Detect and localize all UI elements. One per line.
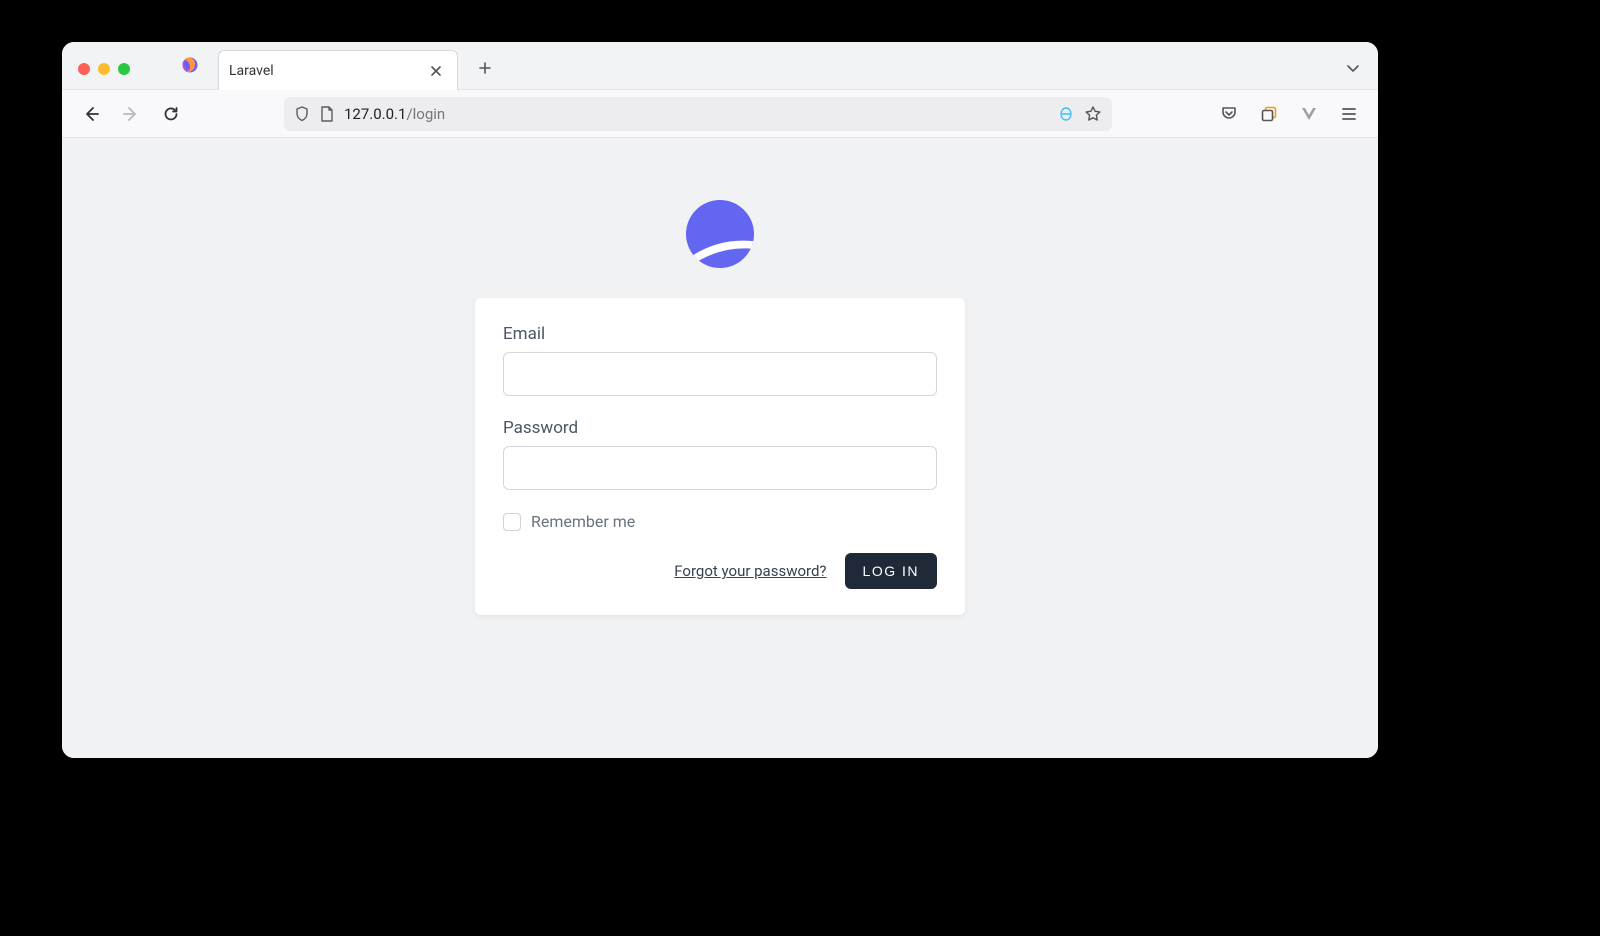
forward-button[interactable] (114, 97, 148, 131)
auth-container: Email Password Remember me Forgot your p… (475, 198, 965, 615)
tab-overflow-button[interactable] (1338, 53, 1368, 83)
login-card: Email Password Remember me Forgot your p… (475, 298, 965, 615)
app-logo (684, 198, 756, 270)
arrow-right-icon (122, 105, 140, 123)
remember-label: Remember me (531, 512, 635, 531)
url-text: 127.0.0.1/login (344, 105, 1048, 123)
container-tabs-button[interactable] (1252, 97, 1286, 131)
browser-toolbar: 127.0.0.1/login (62, 90, 1378, 138)
minimize-window-button[interactable] (98, 63, 110, 75)
app-menu-button[interactable] (1332, 97, 1366, 131)
tab-title: Laravel (229, 63, 425, 79)
bookmark-button[interactable] (1084, 105, 1102, 123)
browser-window: Laravel (62, 42, 1378, 758)
chevron-down-icon (1345, 60, 1361, 76)
address-bar[interactable]: 127.0.0.1/login (284, 97, 1112, 131)
email-field-group: Email (503, 324, 937, 396)
shield-icon (294, 106, 310, 122)
arrow-left-icon (82, 105, 100, 123)
close-window-button[interactable] (78, 63, 90, 75)
vue-icon (1300, 105, 1318, 123)
reload-icon (162, 105, 180, 123)
browser-tab[interactable]: Laravel (218, 50, 458, 90)
vue-devtools-button[interactable] (1292, 97, 1326, 131)
email-label: Email (503, 324, 937, 344)
tab-close-button[interactable] (425, 62, 447, 80)
reload-button[interactable] (154, 97, 188, 131)
back-button[interactable] (74, 97, 108, 131)
remember-row: Remember me (503, 512, 937, 531)
multi-window-icon (1260, 105, 1278, 123)
pocket-icon (1220, 105, 1238, 123)
maximize-window-button[interactable] (118, 63, 130, 75)
actions-row: Forgot your password? LOG IN (503, 553, 937, 589)
login-button[interactable]: LOG IN (845, 553, 937, 589)
tab-strip: Laravel (62, 42, 1378, 90)
hamburger-icon (1340, 105, 1358, 123)
email-input[interactable] (503, 352, 937, 396)
pocket-button[interactable] (1212, 97, 1246, 131)
window-controls (78, 63, 130, 75)
plus-icon (478, 61, 492, 75)
password-label: Password (503, 418, 937, 438)
forgot-password-link[interactable]: Forgot your password? (674, 562, 826, 580)
star-icon (1084, 105, 1102, 123)
firefox-icon (180, 55, 200, 75)
remember-checkbox[interactable] (503, 513, 521, 531)
extension-icon[interactable] (1058, 106, 1074, 122)
new-tab-button[interactable] (470, 53, 500, 83)
page-viewport: Email Password Remember me Forgot your p… (62, 138, 1378, 758)
page-icon (320, 106, 334, 122)
password-input[interactable] (503, 446, 937, 490)
password-field-group: Password (503, 418, 937, 490)
close-icon (429, 64, 443, 78)
